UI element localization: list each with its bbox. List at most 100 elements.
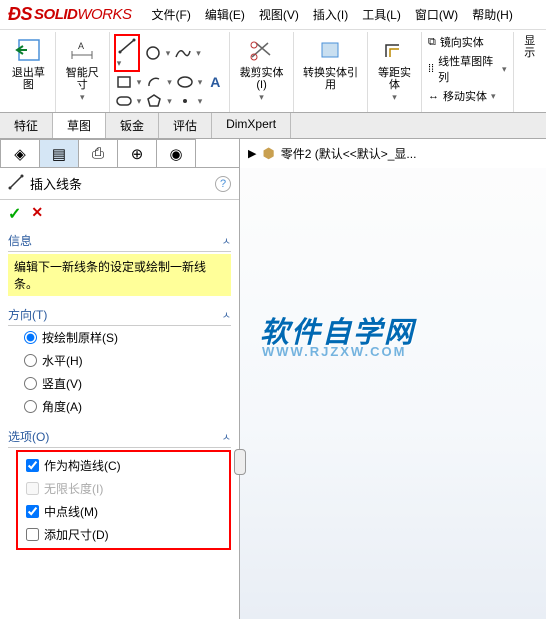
- pattern-group: ⧉镜向实体 ⁞⁞线性草图阵列▾ ↔移动实体▾: [422, 32, 514, 112]
- radio-angle[interactable]: [24, 400, 37, 413]
- radio-asdrawn[interactable]: [24, 331, 37, 344]
- slot-icon[interactable]: [114, 92, 134, 110]
- titlebar: ƉS SOLIDWORKS 文件(F) 编辑(E) 视图(V) 插入(I) 工具…: [0, 0, 546, 30]
- dir-asdrawn-row[interactable]: 按绘制原样(S): [8, 326, 231, 349]
- help-icon[interactable]: ?: [215, 176, 231, 192]
- trim-icon: [246, 34, 278, 66]
- logo-works: WORKS: [77, 6, 131, 23]
- opt-adddim-row[interactable]: 添加尺寸(D): [22, 523, 225, 546]
- tab-dimxpert[interactable]: DimXpert: [212, 113, 291, 138]
- opt-midpoint-label: 中点线(M): [44, 503, 98, 520]
- options-highlight-box: 作为构造线(C) 无限长度(I) 中点线(M) 添加尺寸(D): [16, 450, 231, 550]
- dir-asdrawn-label: 按绘制原样(S): [42, 329, 118, 346]
- smart-dim-icon: A: [66, 34, 98, 66]
- panel-tab-feature[interactable]: ◈: [0, 139, 40, 167]
- menu-window[interactable]: 窗口(W): [415, 6, 458, 23]
- convert-button[interactable]: 转换实体引用: [294, 32, 368, 112]
- dir-angle-label: 角度(A): [42, 398, 82, 415]
- dir-angle-row[interactable]: 角度(A): [8, 395, 231, 418]
- radio-horiz[interactable]: [24, 354, 37, 367]
- dir-horiz-row[interactable]: 水平(H): [8, 349, 231, 372]
- rect-icon[interactable]: [114, 73, 134, 91]
- panel-title: 插入线条: [30, 174, 82, 193]
- convert-label: 转换实体引用: [300, 67, 361, 91]
- tab-sketch[interactable]: 草图: [53, 113, 106, 138]
- panel-tabs: ◈ ▤ ⎙ ⊕ ◉: [0, 139, 239, 168]
- info-body: 编辑下一新线条的设定或绘制一新线条。: [8, 254, 231, 296]
- radio-vert[interactable]: [24, 377, 37, 390]
- move-button[interactable]: ↔移动实体▾: [428, 88, 507, 104]
- pattern-button[interactable]: ⁞⁞线性草图阵列▾: [428, 53, 507, 85]
- ok-button[interactable]: ✓: [8, 204, 21, 224]
- display-button[interactable]: 显示: [514, 32, 546, 112]
- trim-button[interactable]: 裁剪实体(I)▾: [230, 32, 294, 112]
- collapse-icon: ㅅ: [222, 307, 231, 322]
- collapse-icon: ㅅ: [222, 233, 231, 248]
- menu-insert[interactable]: 插入(I): [313, 6, 348, 23]
- convert-icon: [314, 34, 346, 66]
- menu-file[interactable]: 文件(F): [152, 6, 191, 23]
- offset-icon: [379, 34, 411, 66]
- line-icon: [8, 174, 24, 193]
- opt-construction-row[interactable]: 作为构造线(C): [22, 454, 225, 477]
- menu-view[interactable]: 视图(V): [259, 6, 299, 23]
- opt-infinite-label: 无限长度(I): [44, 480, 103, 497]
- panel-tab-appearance[interactable]: ◉: [156, 139, 196, 167]
- info-section: 信息ㅅ 编辑下一新线条的设定或绘制一新线条。: [0, 228, 239, 302]
- polygon-icon[interactable]: [144, 92, 164, 110]
- ok-cancel-row: ✓ ✕: [0, 200, 239, 228]
- panel-tab-config[interactable]: ⎙: [78, 139, 118, 167]
- checkbox-infinite: [26, 482, 39, 495]
- checkbox-midpoint[interactable]: [26, 505, 39, 518]
- panel-title-row: 插入线条: [8, 174, 82, 193]
- opt-midpoint-row[interactable]: 中点线(M): [22, 500, 225, 523]
- draw-tools-group: ▾ ▾ ▾ ▾ ▾ ▾ A ▾ ▾ ▾: [110, 32, 231, 112]
- tree-expand-icon[interactable]: ▶: [248, 147, 256, 160]
- app-logo: ƉS SOLIDWORKS: [8, 4, 132, 25]
- smart-dim-label: 智能尺寸▾: [62, 67, 103, 103]
- dir-vert-row[interactable]: 竖直(V): [8, 372, 231, 395]
- ds-icon: ƉS: [8, 4, 32, 25]
- panel-tab-dimxpert[interactable]: ⊕: [117, 139, 157, 167]
- opt-construction-label: 作为构造线(C): [44, 457, 121, 474]
- menu-edit[interactable]: 编辑(E): [205, 6, 245, 23]
- graphics-area[interactable]: ▶ ⬢ 零件2 (默认<<默认>_显... 软件自学网 WWW.RJZXW.CO…: [240, 139, 546, 619]
- splitter-handle[interactable]: [234, 449, 246, 475]
- info-header[interactable]: 信息ㅅ: [8, 232, 231, 252]
- circle-icon[interactable]: [143, 44, 163, 62]
- line-icon: [117, 37, 137, 55]
- mirror-button[interactable]: ⧉镜向实体: [428, 34, 507, 50]
- arc-icon[interactable]: [144, 73, 164, 91]
- direction-header[interactable]: 方向(T)ㅅ: [8, 306, 231, 326]
- options-section: 选项(O)ㅅ 作为构造线(C) 无限长度(I) 中点线(M) 添加尺寸(D): [0, 424, 239, 558]
- checkbox-construction[interactable]: [26, 459, 39, 472]
- offset-button[interactable]: 等距实体▾: [368, 32, 422, 112]
- menu-tools[interactable]: 工具(L): [362, 6, 401, 23]
- command-tabs: 特征 草图 钣金 评估 DimXpert: [0, 113, 546, 139]
- offset-label: 等距实体▾: [374, 67, 415, 103]
- exit-sketch-label: 退出草图: [8, 67, 49, 91]
- exit-sketch-button[interactable]: 退出草图: [2, 32, 56, 112]
- text-icon[interactable]: A: [205, 73, 225, 91]
- options-header[interactable]: 选项(O)ㅅ: [8, 428, 231, 448]
- point-icon[interactable]: [175, 92, 195, 110]
- ellipse-icon[interactable]: [175, 73, 195, 91]
- line-tool-highlighted[interactable]: ▾: [114, 34, 140, 72]
- cancel-button[interactable]: ✕: [31, 204, 43, 224]
- opt-adddim-label: 添加尺寸(D): [44, 526, 109, 543]
- panel-tab-property[interactable]: ▤: [39, 139, 79, 167]
- tab-feature[interactable]: 特征: [0, 113, 53, 138]
- feature-tree-bar: ▶ ⬢ 零件2 (默认<<默认>_显...: [240, 139, 546, 168]
- part-name[interactable]: 零件2 (默认<<默认>_显...: [281, 145, 417, 162]
- content-area: ◈ ▤ ⎙ ⊕ ◉ 插入线条 ? ✓ ✕ 信息ㅅ 编辑下一新线条的设定或绘制一新…: [0, 139, 546, 619]
- checkbox-adddim[interactable]: [26, 528, 39, 541]
- spline-icon[interactable]: [173, 44, 193, 62]
- move-icon: ↔: [428, 90, 439, 102]
- opt-infinite-row: 无限长度(I): [22, 477, 225, 500]
- smart-dim-button[interactable]: A 智能尺寸▾: [56, 32, 110, 112]
- menu-help[interactable]: 帮助(H): [472, 6, 513, 23]
- tab-sheetmetal[interactable]: 钣金: [106, 113, 159, 138]
- main-menu: 文件(F) 编辑(E) 视图(V) 插入(I) 工具(L) 窗口(W) 帮助(H…: [152, 6, 513, 23]
- tab-evaluate[interactable]: 评估: [159, 113, 212, 138]
- mirror-icon: ⧉: [428, 36, 436, 49]
